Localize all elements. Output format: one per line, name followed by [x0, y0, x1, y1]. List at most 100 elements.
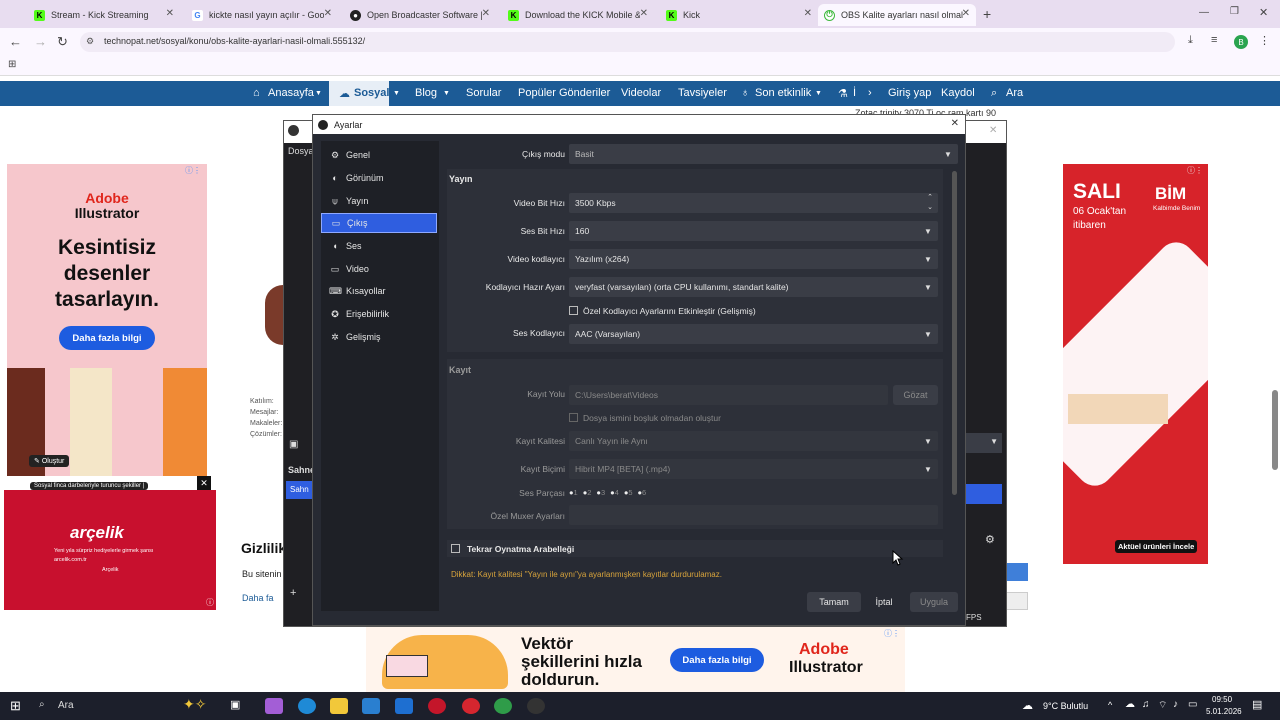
- reload-icon[interactable]: ↻: [57, 34, 68, 50]
- record-format-select[interactable]: Hibrit MP4 [BETA] (.mp4) ▼: [569, 459, 938, 479]
- reading-list-icon[interactable]: ≡: [1211, 34, 1217, 46]
- minimize-icon[interactable]: —: [1199, 7, 1209, 18]
- download-icon[interactable]: ⤓: [1188, 34, 1193, 47]
- browser-tab-active[interactable]: ⏻ OBS Kalite ayarları nasıl olmalı ✕: [818, 4, 976, 26]
- custom-encoder-checkbox[interactable]: [569, 306, 578, 315]
- clock-date[interactable]: 5.01.2026: [1206, 707, 1242, 716]
- site-info-icon[interactable]: ⚙: [86, 36, 94, 47]
- windows-start-icon[interactable]: ⊞: [10, 698, 21, 714]
- audio-bitrate-select[interactable]: 160 ▼: [569, 221, 938, 241]
- network-icon[interactable]: ⌔: [1158, 699, 1167, 712]
- audio-track-3[interactable]: ●3: [596, 488, 605, 500]
- back-icon[interactable]: ←: [9, 34, 22, 49]
- notification-icon[interactable]: ▤: [1252, 698, 1262, 711]
- scene-item-selected[interactable]: Sahn: [286, 481, 312, 499]
- nav-truncated[interactable]: İ: [853, 87, 856, 99]
- sidebar-item-kisayollar[interactable]: ⌨ Kısayollar: [321, 281, 437, 301]
- sidebar-item-cikis[interactable]: ▭ Çıkış: [321, 213, 437, 233]
- edge-icon[interactable]: [298, 698, 316, 714]
- close-tab-icon[interactable]: ✕: [482, 8, 490, 19]
- close-window-icon[interactable]: ✕: [989, 125, 997, 136]
- ad-info-icon[interactable]: ⓘ⋮: [884, 628, 900, 639]
- ad-info-icon[interactable]: ⓘ: [206, 597, 214, 608]
- store-icon[interactable]: [362, 698, 380, 714]
- control-button[interactable]: [966, 484, 1002, 504]
- chevron-down-icon[interactable]: ▼: [815, 90, 822, 97]
- ad-info-icon[interactable]: ⓘ⋮: [185, 165, 201, 176]
- ad-cta-button[interactable]: Aktüel ürünleri İncele: [1115, 540, 1198, 553]
- video-bitrate-spinbox[interactable]: 3500 Kbps ⌃ ⌄: [569, 193, 938, 213]
- privacy-settings-button[interactable]: [1006, 592, 1028, 610]
- close-window-icon[interactable]: ✕: [1259, 6, 1268, 19]
- sidebar-item-video[interactable]: ▭ Video: [321, 259, 437, 279]
- maximize-icon[interactable]: ❐: [1230, 6, 1239, 17]
- task-view-icon[interactable]: ▣: [230, 698, 248, 714]
- clock-time[interactable]: 09:50: [1212, 695, 1232, 704]
- record-quality-select[interactable]: Canlı Yayın ile Aynı ▼: [569, 431, 938, 451]
- spin-up-icon[interactable]: ⌃: [927, 193, 933, 201]
- privacy-link[interactable]: Daha fa: [242, 593, 274, 603]
- browser-tab[interactable]: K Stream - Kick Streaming ✕: [28, 4, 180, 26]
- opera-icon[interactable]: [462, 698, 480, 714]
- close-tab-icon[interactable]: ✕: [962, 8, 970, 19]
- taskbar-search[interactable]: ⌕ Ara ✦✧: [35, 696, 220, 716]
- close-tab-icon[interactable]: ✕: [324, 8, 332, 19]
- dropdown[interactable]: ▼: [966, 433, 1002, 453]
- audio-track-1[interactable]: ●1: [569, 488, 578, 500]
- forward-icon[interactable]: →: [34, 34, 47, 49]
- ad-info-icon[interactable]: ⓘ⋮: [1187, 165, 1203, 176]
- close-dialog-icon[interactable]: ✕: [951, 118, 959, 129]
- search-icon[interactable]: ⌕: [991, 87, 997, 100]
- browser-tab[interactable]: ● Open Broadcaster Software | O ✕: [344, 4, 496, 26]
- profile-avatar[interactable]: B: [1234, 35, 1248, 49]
- sidebar-item-gorunum[interactable]: ◐ Görünüm: [321, 168, 437, 188]
- chrome-icon[interactable]: [494, 698, 512, 714]
- nav-login[interactable]: Giriş yap: [888, 87, 931, 99]
- menu-kebab-icon[interactable]: ⋮: [1259, 34, 1270, 47]
- no-space-checkbox[interactable]: [569, 413, 578, 422]
- nav-search[interactable]: Ara: [1006, 87, 1023, 99]
- chevron-down-icon[interactable]: ▼: [315, 90, 322, 97]
- spin-down-icon[interactable]: ⌄: [927, 203, 933, 211]
- ad-oluştur-badge[interactable]: ✎ Oluştur: [29, 455, 70, 467]
- nav-tavsiyeler[interactable]: Tavsiyeler: [678, 87, 727, 99]
- mic-icon[interactable]: ♫: [1142, 699, 1150, 710]
- browser-tab[interactable]: K Kick ✕: [660, 4, 818, 26]
- close-tab-icon[interactable]: ✕: [640, 8, 648, 19]
- bim-ad-right[interactable]: ⓘ⋮ SALI 06 Ocak'tan itibaren BİM Kalbimd…: [1006, 164, 1265, 564]
- ok-button[interactable]: Tamam: [807, 592, 861, 612]
- gear-icon[interactable]: ⚙: [985, 533, 995, 546]
- audio-track-4[interactable]: ●4: [610, 488, 619, 500]
- close-tab-icon[interactable]: ✕: [166, 8, 174, 19]
- nav-son-etkinlik[interactable]: Son etkinlik: [755, 87, 811, 99]
- audio-encoder-select[interactable]: AAC (Varsayılan) ▼: [569, 324, 938, 344]
- replay-buffer-checkbox[interactable]: [451, 544, 460, 553]
- record-path-field[interactable]: C:\Users\berat\Videos: [569, 385, 888, 405]
- nav-sosyal-active[interactable]: ☁ Sosyal: [329, 81, 389, 106]
- nav-register[interactable]: Kaydol: [941, 87, 975, 99]
- cancel-button[interactable]: İptal: [869, 592, 899, 612]
- weather-text[interactable]: 9°C Bulutlu: [1043, 701, 1088, 711]
- output-mode-select[interactable]: Basit ▼: [569, 144, 958, 164]
- mail-icon[interactable]: [395, 698, 413, 714]
- nav-anasayfa[interactable]: Anasayfa: [268, 87, 314, 99]
- obs-icon[interactable]: [527, 698, 545, 714]
- onedrive-icon[interactable]: ☁: [1125, 699, 1135, 710]
- audio-track-2[interactable]: ●2: [583, 488, 592, 500]
- video-encoder-select[interactable]: Yazılım (x264) ▼: [569, 249, 938, 269]
- obs-menu-file[interactable]: Dosya: [288, 146, 314, 156]
- nav-blog[interactable]: Blog: [415, 87, 437, 99]
- battery-icon[interactable]: ▭: [1188, 699, 1197, 710]
- new-tab-icon[interactable]: +: [983, 6, 991, 22]
- browser-tab[interactable]: K Download the KICK Mobile & ✕: [502, 4, 654, 26]
- audio-track-6[interactable]: ●6: [638, 488, 647, 500]
- audio-track-5[interactable]: ●5: [624, 488, 633, 500]
- ad-cta-button[interactable]: Daha fazla bilgi: [59, 326, 155, 350]
- sidebar-item-gelismis[interactable]: ✲ Gelişmiş: [321, 327, 437, 347]
- volume-icon[interactable]: ♪: [1173, 699, 1178, 710]
- ad-cta-button[interactable]: Daha fazla bilgi: [670, 648, 764, 672]
- nav-sorular[interactable]: Sorular: [466, 87, 501, 99]
- nav-populer[interactable]: Popüler Gönderiler: [518, 87, 610, 99]
- encoder-preset-select[interactable]: veryfast (varsayılan) (orta CPU kullanım…: [569, 277, 938, 297]
- apps-grid-icon[interactable]: ⊞: [8, 59, 16, 70]
